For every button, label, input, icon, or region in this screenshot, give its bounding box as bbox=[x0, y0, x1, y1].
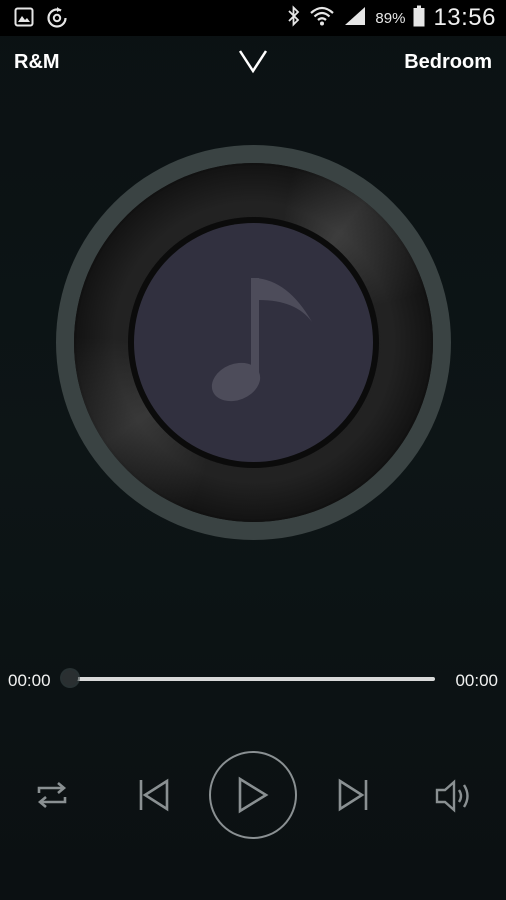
total-time: 00:00 bbox=[455, 671, 498, 690]
status-bar-left bbox=[14, 7, 68, 34]
wifi-icon bbox=[309, 5, 335, 32]
next-icon[interactable] bbox=[335, 777, 371, 813]
chevron-down-icon[interactable] bbox=[237, 48, 269, 74]
battery-icon bbox=[413, 5, 425, 32]
battery-percent: 89% bbox=[375, 9, 406, 27]
current-time: 00:00 bbox=[8, 671, 51, 690]
play-icon bbox=[236, 776, 270, 814]
progress-thumb[interactable] bbox=[62, 670, 78, 686]
gallery-icon bbox=[14, 7, 34, 34]
repeat-icon[interactable] bbox=[32, 777, 72, 813]
source-label[interactable]: R&M bbox=[14, 51, 60, 74]
bluetooth-icon bbox=[287, 4, 301, 32]
sync-icon bbox=[46, 7, 68, 34]
playback-controls bbox=[0, 750, 506, 842]
status-bar-right: 89% 13:56 bbox=[287, 0, 496, 36]
previous-icon[interactable] bbox=[136, 777, 172, 813]
player-header: R&M Bedroom bbox=[0, 36, 506, 92]
room-label[interactable]: Bedroom bbox=[404, 51, 492, 74]
signal-icon bbox=[343, 5, 367, 32]
volume-icon[interactable] bbox=[434, 777, 476, 815]
music-note-icon bbox=[200, 270, 320, 410]
music-player-screen: 89% 13:56 R&M Bedroom 00:00 00:00 bbox=[0, 0, 506, 900]
progress-bar[interactable] bbox=[72, 677, 435, 681]
status-bar: 89% 13:56 bbox=[0, 0, 506, 36]
play-button[interactable] bbox=[209, 751, 297, 839]
status-time: 13:56 bbox=[433, 4, 496, 31]
